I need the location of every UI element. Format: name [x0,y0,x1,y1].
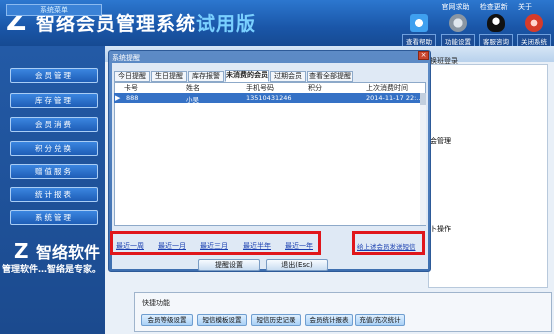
member-table [114,82,426,226]
tab-today[interactable]: 今日提醒 [114,71,150,82]
cell-phone: 13510431246 [246,94,292,102]
dialog-close-button[interactable]: × [418,51,429,60]
help-button[interactable]: 查看帮助 [402,14,436,48]
tab-view-all[interactable]: 查看全部提醒 [307,71,353,82]
link-last-year[interactable]: 最近一年 [285,241,313,251]
sms-history-button[interactable]: 短信历史记录 [251,314,301,326]
cell-card: 888 [126,94,139,102]
tab-inactive-members[interactable]: 未消费的会员 [225,70,269,82]
quick-functions-panel [134,292,552,332]
link-check-update[interactable]: 检查更新 [480,3,508,11]
sidebar-item-system[interactable]: 系统管理 [10,210,98,225]
sidebar-item-reports[interactable]: 统计报表 [10,187,98,202]
trial-label: 试用版 [196,13,257,35]
cell-name: 小吴 [186,96,199,104]
app-title-text: 智络会员管理系统 [36,13,197,35]
dialog-title: 系统提醒 [112,54,140,62]
col-card: 卡号 [124,84,138,92]
col-last-consume: 上次消费时间 [366,84,408,92]
shift-login-link[interactable]: 换班登录 [430,56,458,66]
sidebar-item-value-service[interactable]: 赠值服务 [10,164,98,179]
link-last-half-year[interactable]: 最近半年 [243,241,271,251]
table-scrollbar[interactable] [420,93,426,225]
sidebar-item-member-management[interactable]: 会员管理 [10,68,98,83]
link-about[interactable]: 关于 [518,3,532,11]
sidebar-title: 系统菜单 [6,4,102,16]
cell-last-time: 2014-11-17 22:... [366,94,423,102]
exit-dialog-button[interactable]: 退出(Esc) [266,259,328,271]
sms-template-button[interactable]: 短信模板设置 [197,314,247,326]
send-sms-link[interactable]: 给上述会员发送短信 [357,241,416,251]
settings-button[interactable]: 功能设置 [441,14,475,48]
sidebar-item-consumption[interactable]: 会员消费 [10,117,98,132]
member-report-button[interactable]: 会员统计报表 [305,314,353,326]
operation-note: 卜操作 [430,225,451,233]
brand: Z 智络软件 [14,239,100,263]
settings-icon [449,14,467,32]
right-panel [428,64,548,288]
member-level-settings-button[interactable]: 会员等级设置 [141,314,193,326]
top-links: 官网求助 检查更新 关于 [434,2,532,12]
reminder-settings-button[interactable]: 提醒设置 [198,259,260,271]
help-icon [410,14,428,32]
link-last-three-months[interactable]: 最近三月 [200,241,228,251]
col-phone: 手机号码 [246,84,274,92]
brand-slogan: 管理软件…智络是专家。 [2,265,102,275]
tab-stock-alert[interactable]: 库存报警 [188,71,224,82]
tab-birthday[interactable]: 生日提醒 [151,71,187,82]
table-header: 卡号 姓名 手机号码 积分 上次消费时间 [114,83,426,92]
link-last-week[interactable]: 最近一周 [116,241,144,251]
col-points: 积分 [308,84,322,92]
sidebar-item-points[interactable]: 积分兑换 [10,141,98,156]
tab-expired-members[interactable]: 过期会员 [270,71,306,82]
recharge-stats-button[interactable]: 充值/充次统计 [355,314,405,326]
scrollbar-thumb[interactable] [420,93,426,105]
col-name: 姓名 [186,84,200,92]
qq-icon [487,14,505,32]
brand-logo-icon: Z [14,239,29,263]
link-last-month[interactable]: 最近一月 [158,241,186,251]
exit-system-button[interactable]: 关闭系统 [517,14,551,48]
link-official-help[interactable]: 官网求助 [442,3,470,11]
quick-functions-title: 快捷功能 [142,299,170,307]
power-icon [525,14,543,32]
sidebar-item-inventory[interactable]: 库存管理 [10,93,98,108]
row-pointer-icon: ▶ [115,94,121,102]
brand-name: 智络软件 [36,243,101,262]
support-button[interactable]: 客服咨询 [479,14,513,48]
member-management-note: 会管理 [430,137,451,145]
